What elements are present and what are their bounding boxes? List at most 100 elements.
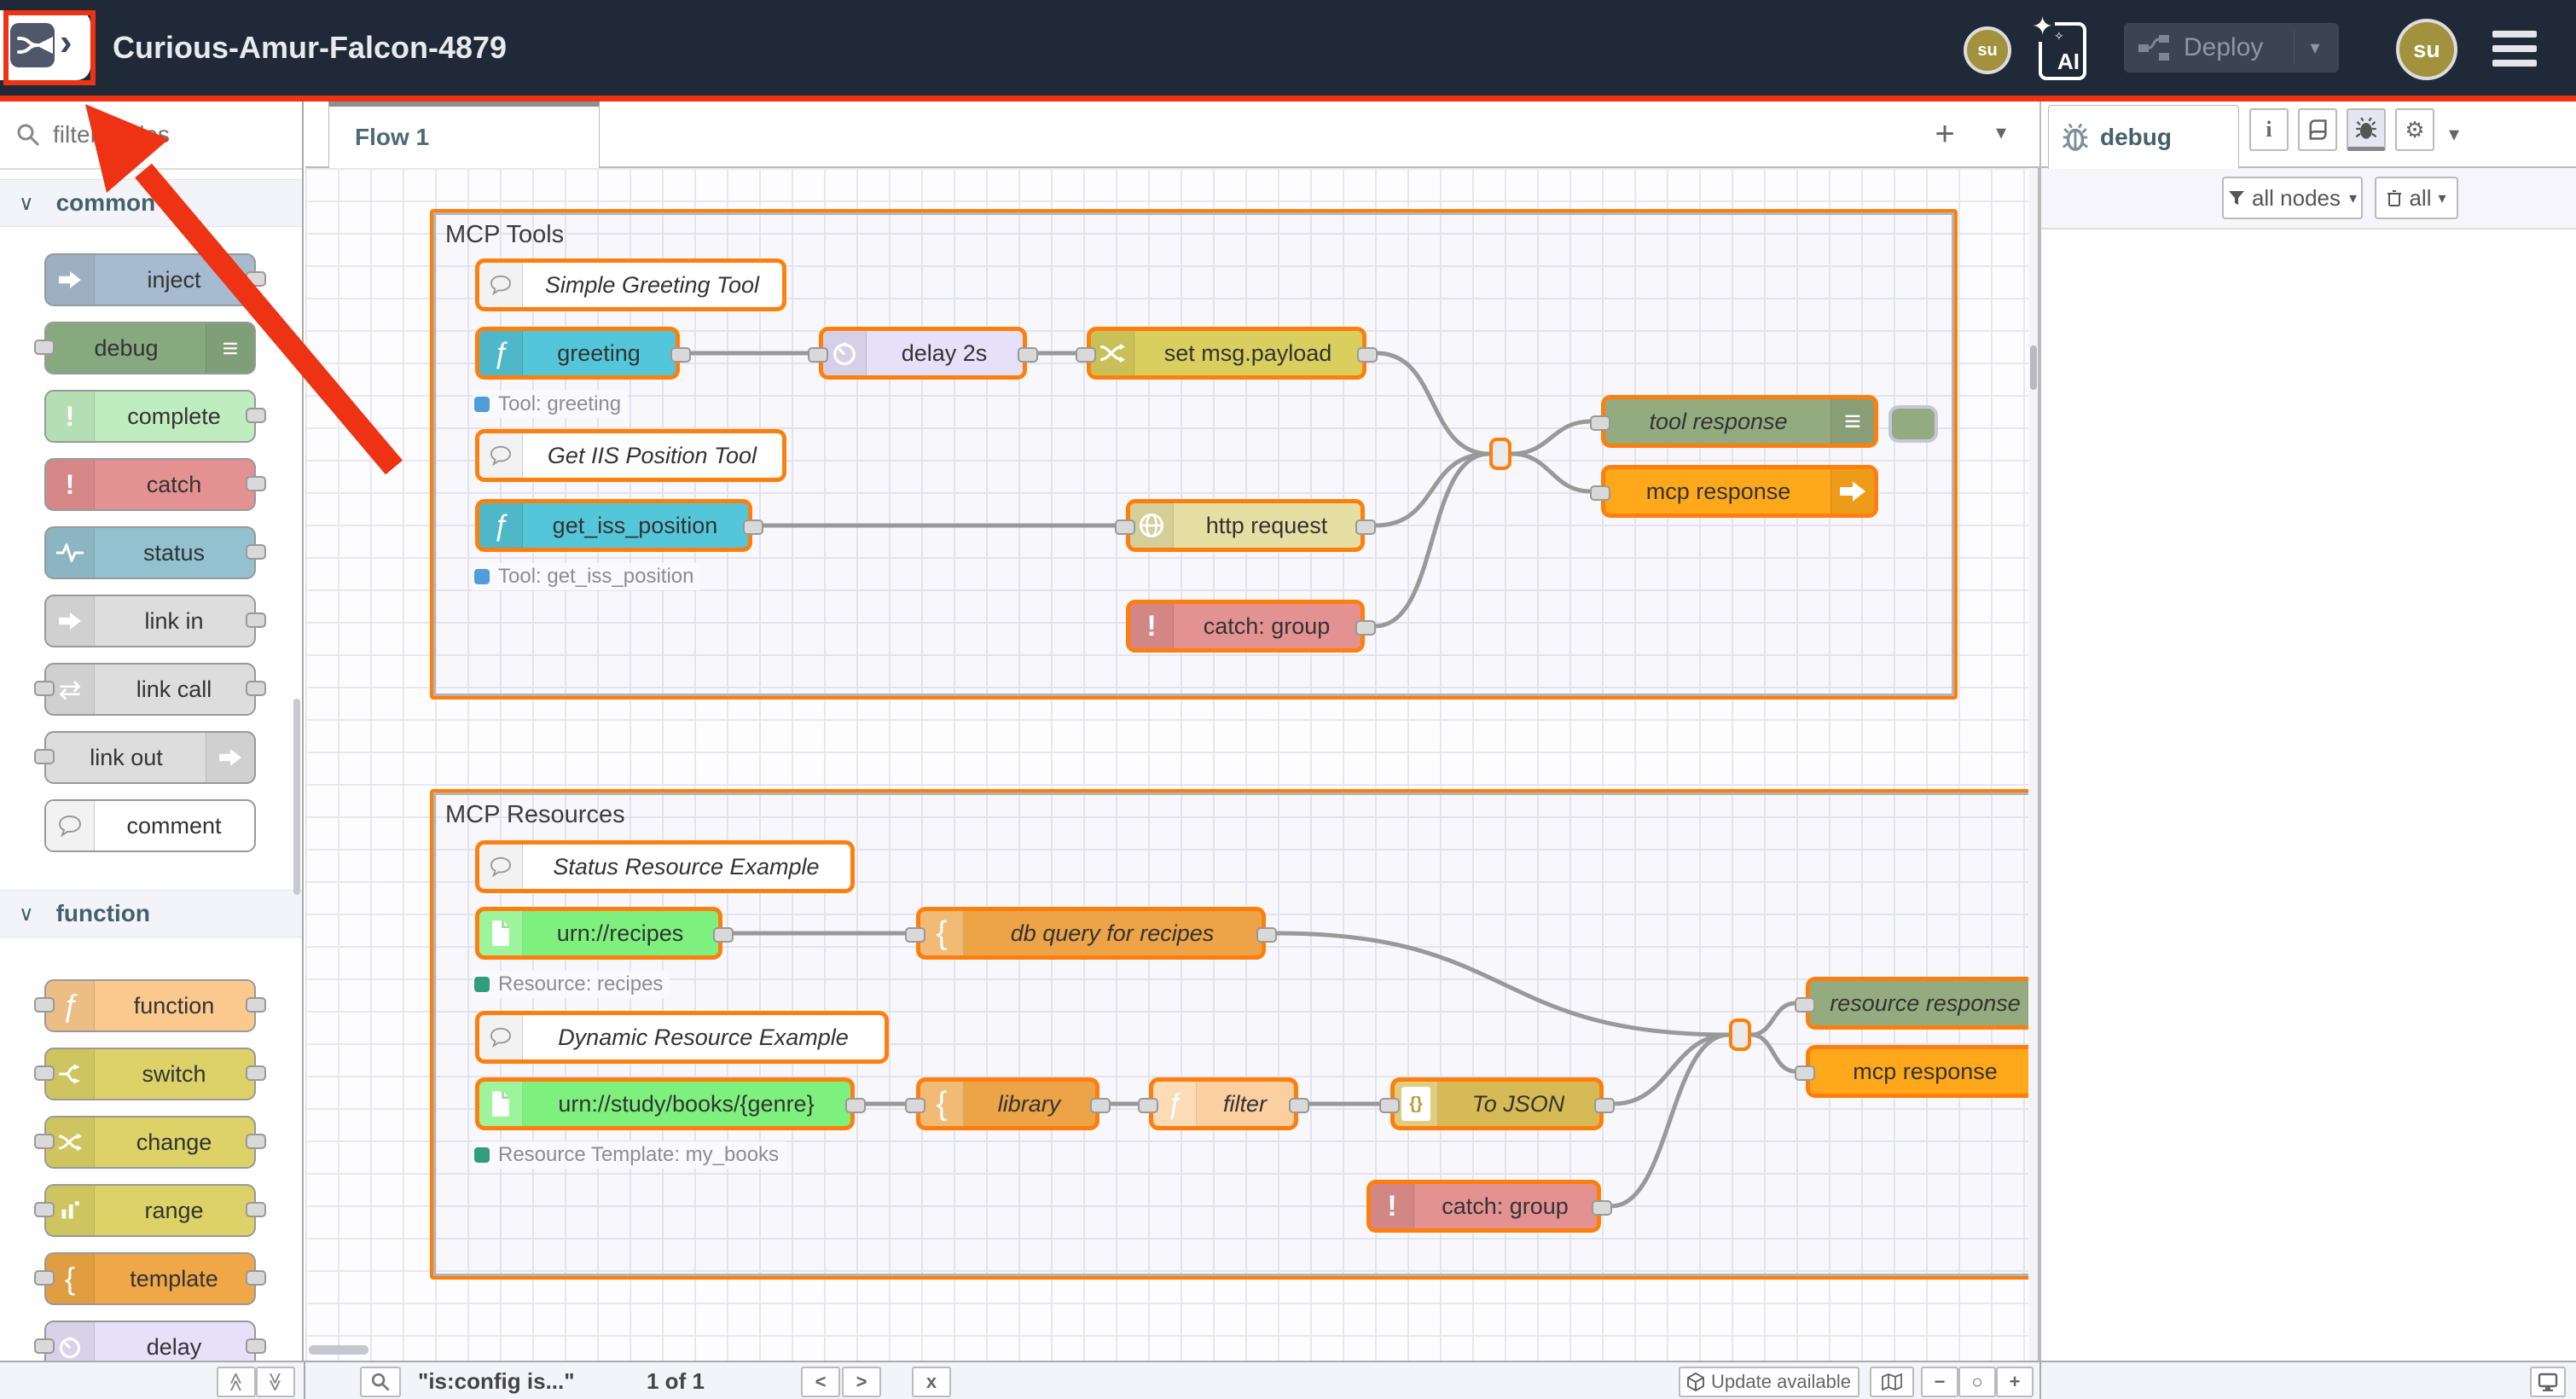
output-port[interactable] xyxy=(1289,1098,1309,1113)
input-port[interactable] xyxy=(1795,997,1815,1013)
search-next-button[interactable]: > xyxy=(842,1367,881,1397)
template-node-library[interactable]: { library xyxy=(916,1077,1099,1130)
sidebar-tabs-caret-icon[interactable]: ▾ xyxy=(2449,122,2459,147)
function-node-greeting[interactable]: ƒ greeting Tool: greeting xyxy=(475,327,680,380)
settings-tab-button[interactable]: ⚙ xyxy=(2395,108,2434,151)
debug-node-resource-response[interactable]: resource response ≡ xyxy=(1806,977,2028,1030)
resource-node-urn-study-books[interactable]: urn://study/books/{genre} Resource Templ… xyxy=(475,1077,855,1130)
palette-filter-input[interactable] xyxy=(51,120,259,149)
main-menu-button[interactable] xyxy=(2492,31,2537,67)
palette-node-switch[interactable]: switch xyxy=(44,1048,256,1100)
user-avatar[interactable]: su xyxy=(2396,19,2457,80)
output-port[interactable] xyxy=(246,1270,266,1286)
input-port[interactable] xyxy=(1795,1065,1815,1081)
input-port[interactable] xyxy=(34,749,55,764)
link-out-node-mcp-response-resources[interactable]: mcp response xyxy=(1806,1045,2028,1098)
debug-node-tool-response[interactable]: tool response ≡ xyxy=(1601,395,1878,448)
palette-node-debug[interactable]: debug ≡ xyxy=(44,322,256,374)
input-port[interactable] xyxy=(34,997,55,1013)
palette-node-complete[interactable]: ! complete xyxy=(44,390,256,443)
horizontal-scrollbar[interactable] xyxy=(309,1345,368,1355)
comment-node-dynamic-resource-example[interactable]: Dynamic Resource Example xyxy=(475,1011,889,1064)
comment-node-get-iis-position-tool[interactable]: Get IIS Position Tool xyxy=(475,429,786,482)
output-port[interactable] xyxy=(1355,620,1376,636)
output-port[interactable] xyxy=(246,997,266,1013)
flow-canvas[interactable]: MCP Tools MCP Resources xyxy=(305,168,2028,1361)
debug-tab-button[interactable] xyxy=(2347,108,2386,151)
output-port[interactable] xyxy=(1018,347,1038,363)
http-request-node[interactable]: http request xyxy=(1126,499,1365,552)
input-port[interactable] xyxy=(1590,415,1610,431)
catch-node-group[interactable]: ! catch: group xyxy=(1126,600,1365,653)
tab-flow-1[interactable]: Flow 1 xyxy=(328,102,600,168)
palette-collapse-all-button[interactable]: ≪ xyxy=(217,1367,256,1397)
user-avatar-small[interactable]: su xyxy=(1964,26,2011,74)
catch-node-group-resources[interactable]: ! catch: group xyxy=(1366,1180,1601,1233)
search-prev-button[interactable]: < xyxy=(801,1367,840,1397)
comment-node-simple-greeting-tool[interactable]: Simple Greeting Tool xyxy=(475,258,786,311)
palette-node-status[interactable]: status xyxy=(44,526,256,579)
info-tab-button[interactable]: i xyxy=(2249,108,2289,151)
palette-node-link-out[interactable]: link out xyxy=(44,731,256,784)
output-port[interactable] xyxy=(713,927,734,943)
output-port[interactable] xyxy=(1355,520,1376,535)
input-port[interactable] xyxy=(1379,1098,1400,1113)
palette-node-link-in[interactable]: link in xyxy=(44,595,256,647)
debug-filter-button[interactable]: all nodes ▾ xyxy=(2222,177,2363,219)
palette-node-template[interactable]: { template xyxy=(44,1252,256,1305)
output-port[interactable] xyxy=(1256,927,1277,943)
palette-node-range[interactable]: range xyxy=(44,1184,256,1237)
template-node-db-query-for-recipes[interactable]: { db query for recipes xyxy=(916,907,1266,960)
deploy-button[interactable]: Deploy ▾ xyxy=(2124,23,2339,73)
search-flows-button[interactable] xyxy=(360,1367,401,1397)
output-port[interactable] xyxy=(246,476,266,491)
input-port[interactable] xyxy=(34,1202,55,1217)
wire-junction[interactable] xyxy=(1489,438,1511,470)
input-port[interactable] xyxy=(1076,347,1096,363)
palette-expand-all-button[interactable]: ≫ xyxy=(256,1367,295,1397)
output-port[interactable] xyxy=(1594,1098,1615,1113)
output-port[interactable] xyxy=(246,1202,266,1217)
input-port[interactable] xyxy=(34,1270,55,1286)
output-port[interactable] xyxy=(743,520,763,535)
open-new-window-button[interactable] xyxy=(2530,1367,2566,1397)
input-port[interactable] xyxy=(34,1338,55,1354)
output-port[interactable] xyxy=(246,271,266,287)
deploy-caret-icon[interactable]: ▾ xyxy=(2294,31,2335,65)
debug-toggle-button[interactable] xyxy=(1888,405,1938,443)
output-port[interactable] xyxy=(1090,1098,1111,1113)
output-port[interactable] xyxy=(1592,1200,1612,1216)
input-port[interactable] xyxy=(34,340,55,355)
palette-section-common[interactable]: ∨ common xyxy=(0,179,304,227)
input-port[interactable] xyxy=(1590,485,1610,501)
output-port[interactable] xyxy=(246,1134,266,1149)
palette-node-comment[interactable]: comment xyxy=(44,799,256,852)
palette-node-delay[interactable]: delay xyxy=(44,1321,256,1361)
output-port[interactable] xyxy=(246,612,266,628)
input-port[interactable] xyxy=(34,681,55,696)
output-port[interactable] xyxy=(845,1098,866,1113)
ai-assistant-button[interactable]: ✦ ✧ AI xyxy=(2039,22,2086,80)
comment-node-status-resource-example[interactable]: Status Resource Example xyxy=(475,840,855,893)
zoom-out-button[interactable]: − xyxy=(1921,1367,1958,1397)
output-port[interactable] xyxy=(246,1338,266,1354)
scrollbar-thumb[interactable] xyxy=(2030,345,2037,390)
output-port[interactable] xyxy=(246,408,266,423)
palette-section-function[interactable]: ∨ function xyxy=(0,890,304,938)
add-flow-button[interactable]: + xyxy=(1924,115,1965,156)
output-port[interactable] xyxy=(246,1065,266,1081)
output-port[interactable] xyxy=(670,347,691,363)
link-out-node-mcp-response[interactable]: mcp response xyxy=(1601,465,1878,518)
help-tab-button[interactable] xyxy=(2298,108,2337,151)
tab-debug[interactable]: debug xyxy=(2048,105,2239,169)
change-node-set-msg-payload[interactable]: set msg.payload xyxy=(1087,327,1366,380)
navigator-button[interactable] xyxy=(1870,1367,1914,1397)
resource-node-urn-recipes[interactable]: urn://recipes Resource: recipes xyxy=(475,907,722,960)
delay-node-2s[interactable]: delay 2s xyxy=(819,327,1027,380)
function-node-get-iss-position[interactable]: ƒ get_iss_position Tool: get_iss_positio… xyxy=(475,499,752,552)
palette-scrollbar[interactable] xyxy=(293,699,300,895)
update-available-button[interactable]: Update available xyxy=(1679,1367,1859,1397)
input-port[interactable] xyxy=(1115,520,1135,535)
input-port[interactable] xyxy=(905,927,925,943)
input-port[interactable] xyxy=(34,1065,55,1081)
